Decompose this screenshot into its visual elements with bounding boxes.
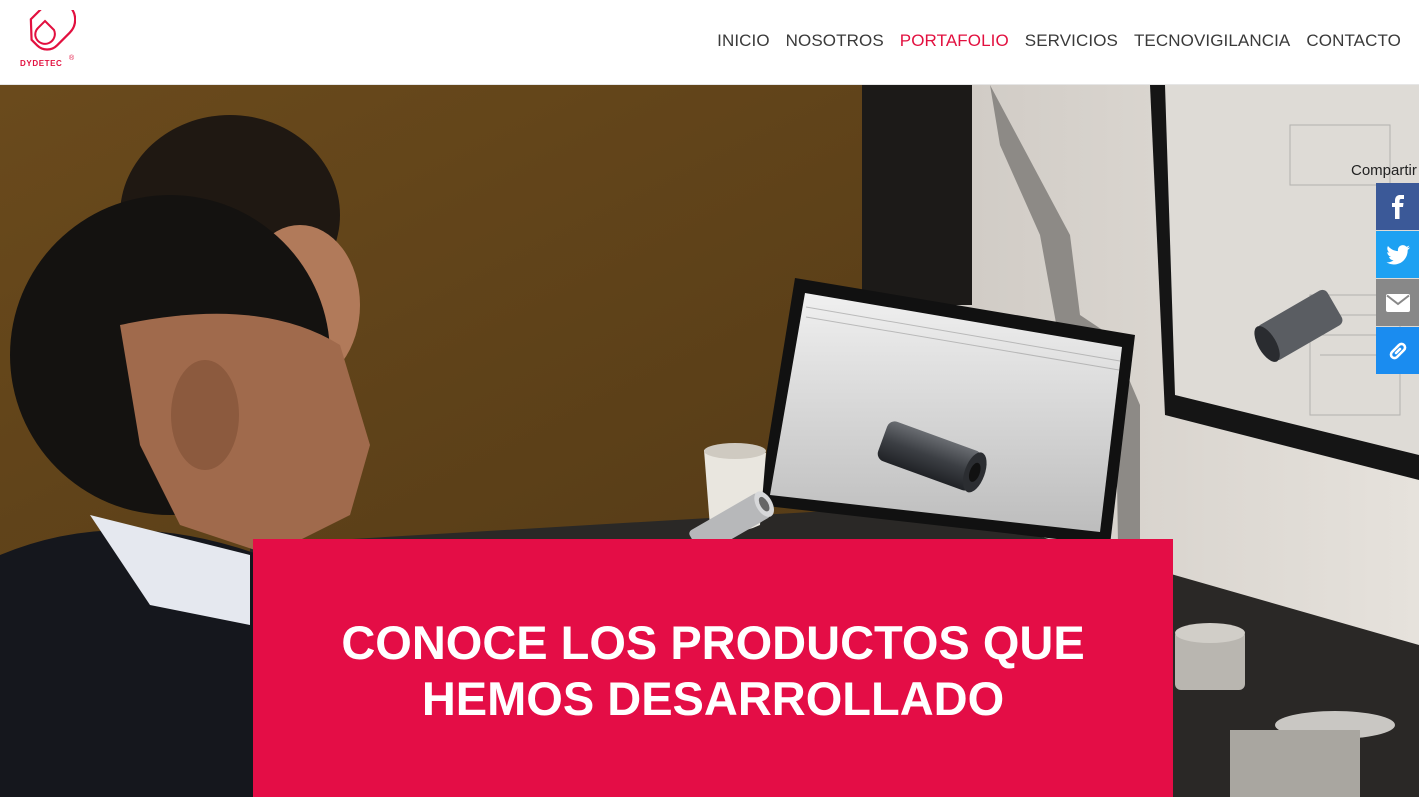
dydetec-logo[interactable]: DYDETEC ® — [14, 10, 76, 74]
facebook-icon — [1391, 194, 1404, 219]
nav-item-contacto[interactable]: CONTACTO — [1306, 31, 1401, 51]
share-email-button[interactable] — [1376, 279, 1419, 326]
hero-title: CONOCE LOS PRODUCTOS QUE HEMOS DESARROLL… — [253, 615, 1173, 727]
nav-item-nosotros[interactable]: NOSOTROS — [786, 31, 884, 51]
share-twitter-button[interactable] — [1376, 231, 1419, 278]
page: DYDETEC ® INICIO NOSOTROS PORTAFOLIO SER… — [0, 0, 1419, 797]
registered-mark: ® — [69, 55, 75, 62]
nav-item-inicio[interactable]: INICIO — [717, 31, 770, 51]
site-header: DYDETEC ® INICIO NOSOTROS PORTAFOLIO SER… — [0, 0, 1419, 85]
hero-banner: CONOCE LOS PRODUCTOS QUE HEMOS DESARROLL… — [253, 539, 1173, 797]
share-link-button[interactable] — [1376, 327, 1419, 374]
link-icon — [1389, 342, 1406, 359]
nav-item-portafolio[interactable]: PORTAFOLIO — [900, 31, 1009, 51]
hero-title-line2: HEMOS DESARROLLADO — [421, 672, 1005, 725]
nav-item-servicios[interactable]: SERVICIOS — [1025, 31, 1118, 51]
email-icon — [1385, 293, 1410, 312]
main-nav: INICIO NOSOTROS PORTAFOLIO SERVICIOS TEC… — [717, 31, 1401, 51]
logo-mark-icon — [29, 10, 76, 51]
share-facebook-button[interactable] — [1376, 183, 1419, 230]
share-label: Compartir — [1351, 162, 1417, 179]
logo-text: DYDETEC — [20, 59, 63, 68]
nav-item-tecnovigilancia[interactable]: TECNOVIGILANCIA — [1134, 31, 1290, 51]
twitter-icon — [1385, 244, 1410, 264]
hero-title-line1: CONOCE LOS PRODUCTOS QUE — [341, 616, 1085, 669]
